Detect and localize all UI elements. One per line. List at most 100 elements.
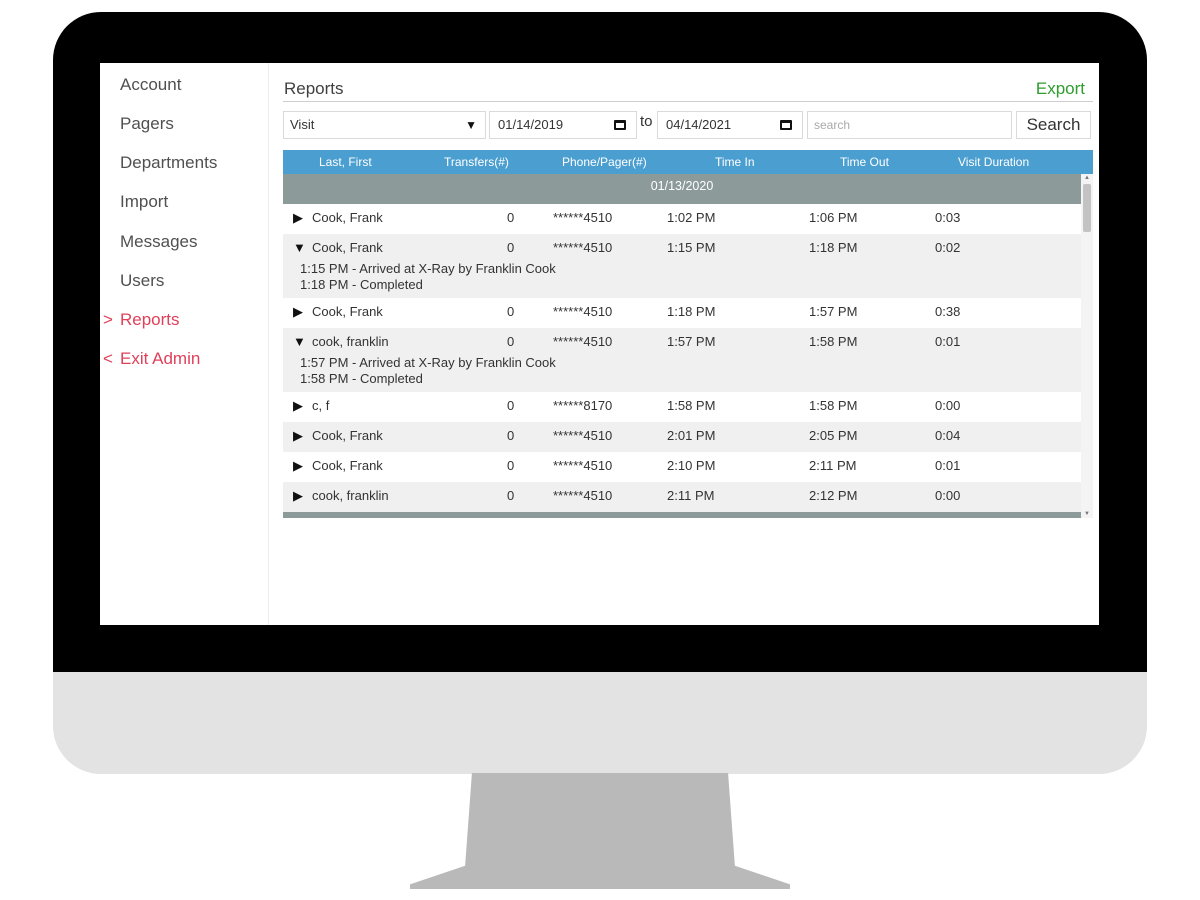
row-detail-line: 1:57 PM - Arrived at X-Ray by Franklin C… (300, 355, 556, 370)
sidebar-item-account[interactable]: Account (100, 72, 268, 98)
cell-time-in: 1:02 PM (667, 210, 716, 225)
cell-duration: 0:02 (935, 240, 961, 255)
cell-transfers: 0 (507, 398, 515, 413)
cell-time-out: 1:06 PM (809, 210, 858, 225)
cell-duration: 0:01 (935, 334, 961, 349)
search-placeholder: search (814, 118, 851, 132)
cell-phone: ******4510 (553, 334, 613, 349)
scrollbar-thumb[interactable] (1083, 184, 1091, 232)
table-row[interactable]: ▶ Cook, Frank 0 ******4510 2:10 PM 2:11 … (283, 452, 1081, 482)
cell-phone: ******4510 (553, 458, 613, 473)
sidebar-item-users[interactable]: Users (100, 268, 268, 294)
column-header-time-out[interactable]: Time Out (840, 150, 889, 174)
cell-phone: ******4510 (553, 240, 613, 255)
report-type-select[interactable]: Visit ▼ (283, 111, 486, 139)
triangle-right-icon[interactable]: ▶ (293, 422, 303, 449)
scroll-down-icon[interactable]: ▼ (1084, 511, 1090, 517)
sidebar-item-label: Departments (120, 153, 218, 172)
cell-name: c, f (312, 398, 330, 413)
calendar-icon[interactable] (614, 120, 626, 130)
cell-transfers: 0 (507, 458, 515, 473)
sidebar-item-label: Pagers (120, 114, 174, 133)
sidebar-item-label: Reports (120, 310, 180, 329)
column-header-name[interactable]: Last, First (319, 150, 372, 174)
table-row[interactable]: ▶ Cook, Frank 0 ******4510 1:02 PM 1:06 … (283, 204, 1081, 234)
triangle-right-icon[interactable]: ▶ (293, 204, 303, 231)
cell-name: Cook, Frank (312, 240, 383, 255)
monitor-stand (410, 773, 790, 889)
from-date-input[interactable]: 01/14/2019 (489, 111, 637, 139)
cell-duration: 0:04 (935, 428, 961, 443)
cell-time-out: 2:11 PM (809, 458, 857, 473)
sidebar-item-exit-admin[interactable]: < Exit Admin (100, 346, 268, 372)
table-scrollbar[interactable]: ▲ ▼ (1081, 174, 1093, 518)
table-footer-bar (283, 512, 1081, 518)
triangle-right-icon[interactable]: ▶ (293, 392, 303, 419)
search-input[interactable]: search (807, 111, 1012, 139)
cell-name: cook, franklin (312, 488, 389, 503)
table-row[interactable]: ▶ c, f 0 ******8170 1:58 PM 1:58 PM 0:00 (283, 392, 1081, 422)
sidebar-item-label: Messages (120, 232, 198, 251)
cell-duration: 0:00 (935, 488, 961, 503)
scroll-up-icon[interactable]: ▲ (1084, 175, 1090, 181)
cell-phone: ******4510 (553, 488, 613, 503)
sidebar-item-reports[interactable]: > Reports (100, 307, 268, 333)
cell-time-out: 1:18 PM (809, 240, 858, 255)
table-row[interactable]: ▶ Cook, Frank 0 ******4510 2:01 PM 2:05 … (283, 422, 1081, 452)
column-header-transfers[interactable]: Transfers(#) (444, 150, 509, 174)
sidebar-item-import[interactable]: Import (100, 189, 268, 215)
column-header-time-in[interactable]: Time In (715, 150, 755, 174)
cell-name: Cook, Frank (312, 210, 383, 225)
search-button[interactable]: Search (1016, 111, 1091, 139)
sidebar-item-label: Users (120, 271, 165, 290)
cell-time-in: 2:11 PM (667, 488, 715, 503)
cell-transfers: 0 (507, 304, 515, 319)
table-row[interactable]: ▼ cook, franklin 0 ******4510 1:57 PM 1:… (283, 328, 1081, 392)
triangle-down-icon[interactable]: ▼ (293, 234, 306, 261)
reports-panel: Reports Export Visit ▼ 01/14/2019 to 04/… (268, 63, 1099, 625)
chevron-right-icon: > (103, 310, 113, 329)
cell-transfers: 0 (507, 334, 515, 349)
cell-name: Cook, Frank (312, 428, 383, 443)
export-link[interactable]: Export (1036, 79, 1085, 99)
cell-duration: 0:01 (935, 458, 961, 473)
cell-name: cook, franklin (312, 334, 389, 349)
triangle-right-icon[interactable]: ▶ (293, 452, 303, 479)
cell-phone: ******4510 (553, 210, 613, 225)
sidebar-item-pagers[interactable]: Pagers (100, 111, 268, 137)
cell-time-out: 1:58 PM (809, 334, 858, 349)
page-title: Reports (284, 79, 344, 98)
cell-time-in: 2:01 PM (667, 428, 716, 443)
cell-time-in: 1:18 PM (667, 304, 716, 319)
table-row[interactable]: ▼ Cook, Frank 0 ******4510 1:15 PM 1:18 … (283, 234, 1081, 298)
row-detail-line: 1:15 PM - Arrived at X-Ray by Franklin C… (300, 261, 556, 276)
chevron-left-icon: < (103, 349, 113, 368)
triangle-right-icon[interactable]: ▶ (293, 482, 303, 509)
cell-name: Cook, Frank (312, 458, 383, 473)
sidebar-item-label: Account (120, 75, 182, 94)
row-detail-line: 1:58 PM - Completed (300, 371, 423, 386)
cell-time-out: 2:05 PM (809, 428, 858, 443)
sidebar-item-departments[interactable]: Departments (100, 150, 268, 176)
sidebar-item-label: Import (120, 192, 169, 211)
cell-duration: 0:38 (935, 304, 961, 319)
calendar-icon[interactable] (780, 120, 792, 130)
triangle-down-icon[interactable]: ▼ (293, 328, 306, 355)
from-date-value: 01/14/2019 (498, 117, 564, 132)
cell-time-out: 1:58 PM (809, 398, 858, 413)
sidebar-item-messages[interactable]: Messages (100, 229, 268, 255)
monitor-chin (53, 672, 1147, 774)
to-date-input[interactable]: 04/14/2021 (657, 111, 803, 139)
cell-time-in: 2:10 PM (667, 458, 716, 473)
cell-transfers: 0 (507, 210, 515, 225)
cell-time-in: 1:58 PM (667, 398, 716, 413)
triangle-right-icon[interactable]: ▶ (293, 298, 303, 325)
table-header: Last, First Transfers(#) Phone/Pager(#) … (283, 150, 1093, 174)
table-row[interactable]: ▶ cook, franklin 0 ******4510 2:11 PM 2:… (283, 482, 1081, 512)
table-row[interactable]: ▶ Cook, Frank 0 ******4510 1:18 PM 1:57 … (283, 298, 1081, 328)
date-range-separator: to (640, 113, 653, 130)
column-header-visit-duration[interactable]: Visit Duration (958, 150, 1029, 174)
column-header-phone[interactable]: Phone/Pager(#) (562, 150, 647, 174)
to-date-value: 04/14/2021 (666, 117, 732, 132)
report-type-value: Visit (290, 117, 315, 132)
